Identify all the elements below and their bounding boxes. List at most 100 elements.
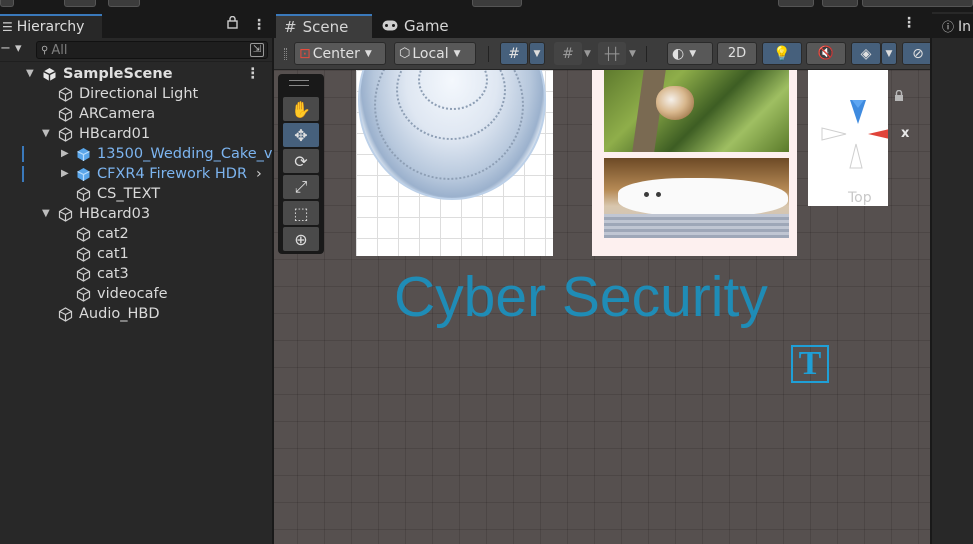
hand-tool-button[interactable]: ✋	[283, 97, 319, 121]
search-options-icon[interactable]: ⇲	[250, 43, 264, 57]
audio-toggle[interactable]: 🔇	[806, 42, 846, 65]
prefab-cube-icon	[76, 167, 91, 182]
grid-toggle-icon: #	[508, 45, 520, 62]
rect-tool-button[interactable]: ⬚	[283, 201, 319, 225]
draw-mode-dropdown[interactable]: ◐ ▼	[667, 42, 713, 65]
palette-grip-icon	[289, 80, 309, 86]
scene-name: SampleScene	[63, 66, 173, 82]
hierarchy-search-row: − ▾ ⚲ All ⇲	[0, 38, 272, 62]
rotate-tool-button[interactable]: ⟳	[283, 149, 319, 173]
wedding-cake-card[interactable]	[356, 70, 553, 256]
tab-hierarchy[interactable]: ☰ Hierarchy	[0, 14, 102, 38]
transform-tool-button[interactable]: ⊕	[283, 227, 319, 251]
increment-snap-button[interactable]: ┼┼	[598, 42, 626, 65]
tab-inspector[interactable]: ⓘ In	[932, 14, 973, 38]
list-item[interactable]: ▼ HBcard03	[0, 204, 272, 224]
text-component-icon[interactable]: T	[791, 345, 829, 383]
lighting-toggle[interactable]: 💡	[762, 42, 802, 65]
scale-tool-button[interactable]: ⤢	[283, 175, 319, 199]
collapse-arrow-icon[interactable]: ▶	[61, 164, 69, 184]
list-item[interactable]: videocafe	[0, 284, 272, 304]
gameobject-cube-icon	[58, 87, 73, 102]
pivot-center-dropdown[interactable]: ⊡ Center ▼	[294, 42, 386, 65]
account-button[interactable]	[0, 0, 14, 7]
grid-options-button[interactable]: ▼	[529, 42, 545, 65]
grid-snap-button[interactable]: #	[554, 42, 582, 65]
list-item[interactable]: cat2	[0, 224, 272, 244]
list-item[interactable]: cat3	[0, 264, 272, 284]
layers-dropdown[interactable]	[862, 0, 973, 7]
chevron-down-icon[interactable]: ▼	[584, 49, 591, 59]
list-item[interactable]: ▶ CFXR4 Firework HDR ›	[0, 164, 272, 184]
tab-scene[interactable]: # Scene	[276, 14, 372, 38]
collab-button[interactable]	[108, 0, 140, 7]
gizmo-lock-icon[interactable]	[894, 89, 904, 106]
cyber-security-text-object[interactable]: Cyber Security	[394, 264, 768, 330]
list-item-label: HBcard03	[79, 206, 151, 222]
expand-arrow-icon[interactable]: ▼	[42, 204, 50, 224]
list-item[interactable]: Directional Light	[0, 84, 272, 104]
list-item[interactable]: Audio_HBD	[0, 304, 272, 324]
history-button[interactable]	[778, 0, 814, 7]
space-local-dropdown[interactable]: ⬡ Local ▼	[394, 42, 476, 65]
orientation-gizmo[interactable]: Top	[808, 70, 903, 206]
scene-tabbar: # Scene Game ⋮	[274, 12, 930, 38]
search-button[interactable]	[822, 0, 858, 7]
expand-arrow-icon[interactable]: ▼	[42, 124, 50, 144]
chevron-down-icon[interactable]: ▼	[629, 49, 636, 59]
2d-mode-toggle[interactable]: 2D	[717, 42, 757, 65]
rotate-icon: ⟳	[294, 151, 308, 171]
effects-toggle[interactable]: ◈	[851, 42, 881, 65]
list-item[interactable]: ARCamera	[0, 104, 272, 124]
pivot-label: Center	[312, 45, 360, 62]
gameobject-cube-icon	[76, 267, 91, 282]
list-item-label: cat1	[97, 246, 129, 262]
list-item-label: CFXR4 Firework HDR	[97, 166, 248, 182]
play-controls[interactable]	[472, 0, 522, 7]
list-item-label: videocafe	[97, 286, 168, 302]
list-item-label: 13500_Wedding_Cake_v	[97, 146, 273, 162]
list-item[interactable]: ▶ 13500_Wedding_Cake_v	[0, 144, 273, 164]
more-options-icon[interactable]: ⋮	[902, 15, 916, 31]
audio-mute-icon: 🔇	[817, 46, 835, 61]
blanket	[604, 214, 789, 238]
list-item[interactable]: ▼ HBcard01	[0, 124, 272, 144]
snap-grid-icon: #	[562, 45, 574, 62]
list-item-label: Directional Light	[79, 86, 199, 102]
list-item-label: cat3	[97, 266, 129, 282]
move-tool-button[interactable]: ✥	[283, 123, 319, 147]
collapse-arrow-icon[interactable]: ▶	[61, 144, 69, 164]
effects-options-button[interactable]: ▼	[881, 42, 897, 65]
search-placeholder: All	[51, 42, 68, 58]
list-item[interactable]: CS_TEXT	[0, 184, 272, 204]
open-prefab-chevron-icon[interactable]: ›	[256, 164, 262, 184]
grid-visibility-button[interactable]: #	[500, 42, 528, 65]
tab-game-label: Game	[404, 17, 449, 35]
search-input[interactable]: ⚲ All ⇲	[36, 41, 268, 59]
prefab-override-bar	[22, 146, 24, 162]
toolbar-separator	[488, 46, 489, 62]
list-item[interactable]: cat1	[0, 244, 272, 264]
expand-arrow-icon[interactable]: ▼	[26, 64, 34, 84]
chevron-down-icon: ▼	[885, 48, 893, 59]
lightbulb-icon: 💡	[773, 45, 791, 62]
create-dropdown-button[interactable]: − ▾	[0, 41, 22, 56]
scene-panel: # Scene Game ⋮ ⊡ Center ▼ ⬡ Local ▼ # ▼	[272, 12, 934, 544]
scene-root-row[interactable]: ▼ SampleScene ⋮	[0, 64, 272, 84]
cat-photos-card[interactable]	[592, 70, 797, 256]
cloud-button[interactable]	[64, 0, 96, 7]
more-options-icon[interactable]: ⋮	[252, 17, 266, 33]
cat-eye	[656, 192, 661, 197]
pivot-icon: ⊡	[299, 45, 311, 62]
scene-viewport[interactable]: Top x Cyber Security T ✋ ✥ ⟳ ⤢ ⬚ ⊕	[274, 70, 930, 544]
list-item-label: Audio_HBD	[79, 306, 160, 322]
lock-icon[interactable]	[227, 15, 238, 33]
tab-game[interactable]: Game	[374, 14, 464, 38]
list-icon: ☰	[2, 20, 13, 34]
cat-eye	[644, 192, 649, 197]
list-item-label: ARCamera	[79, 106, 156, 122]
scene-more-icon[interactable]: ⋮	[246, 64, 261, 84]
rect-transform-icon: ⬚	[293, 203, 309, 223]
mode-2d-label: 2D	[727, 46, 747, 61]
layers-icon: ◈	[860, 45, 872, 62]
